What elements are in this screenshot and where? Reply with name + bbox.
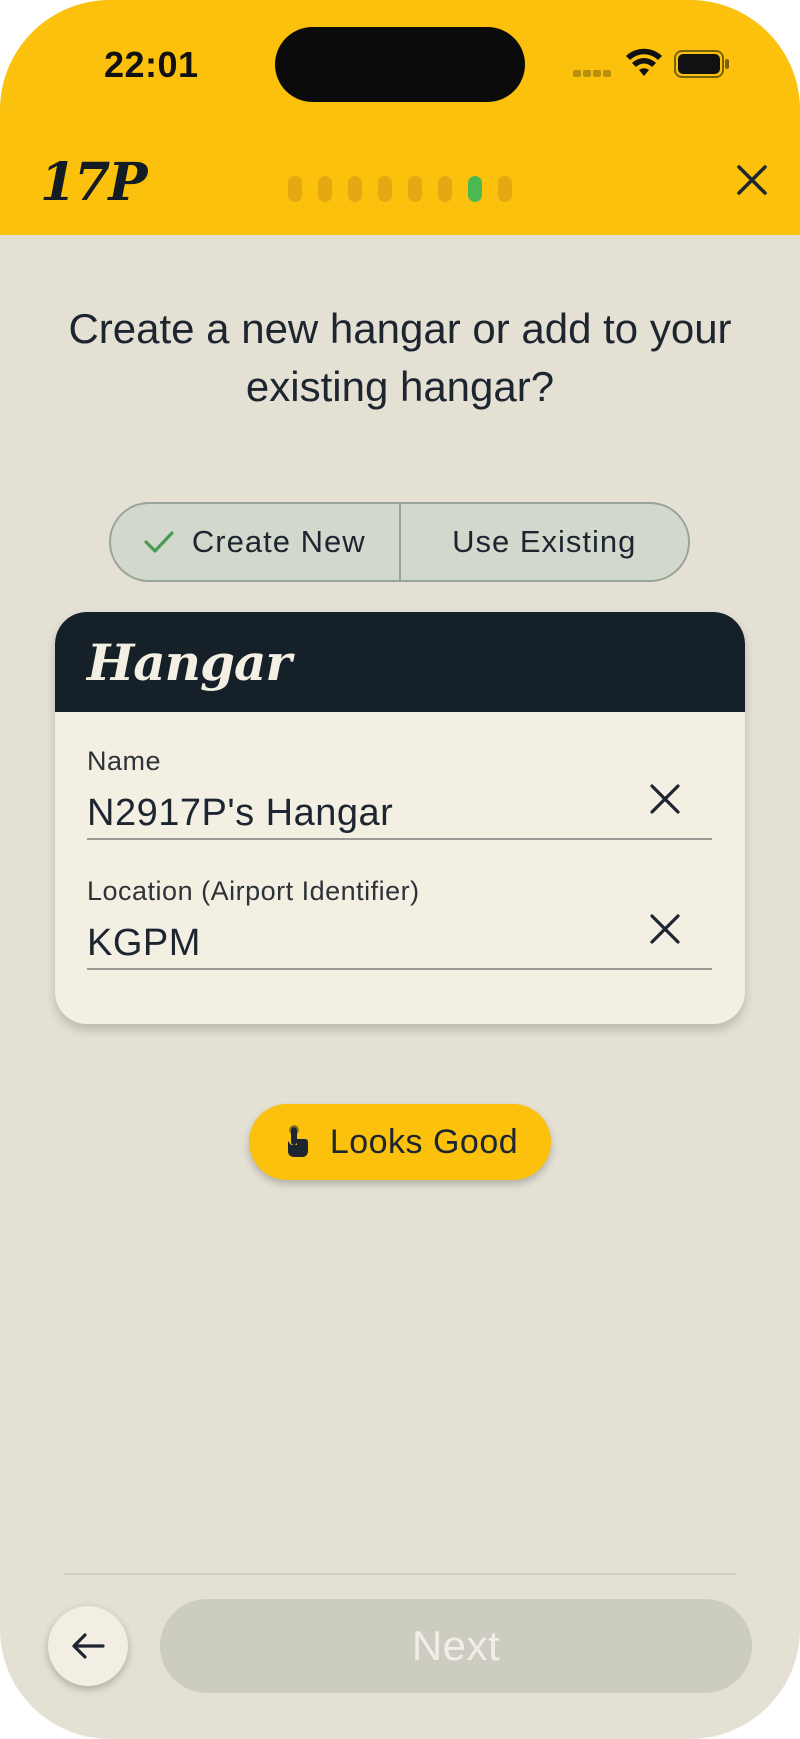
tap-hand-icon	[287, 1125, 308, 1157]
footer-divider	[64, 1573, 736, 1575]
hangar-card: Hangar Name N2917P's Hangar Location (Ai…	[55, 612, 745, 1024]
progress-step	[378, 176, 392, 202]
app-screen: 22:01 17P Create a new hangar or add to …	[0, 0, 800, 1739]
hangar-card-header: Hangar	[55, 612, 745, 712]
location-field-value[interactable]: KGPM	[87, 922, 201, 965]
back-button[interactable]	[48, 1606, 128, 1686]
use-existing-option[interactable]: Use Existing	[398, 504, 689, 580]
step-progress	[288, 176, 512, 202]
page-title: Create a new hangar or add to your exist…	[68, 305, 732, 410]
use-existing-label: Use Existing	[452, 524, 637, 559]
progress-step-current	[468, 176, 482, 202]
app-logo: 17P	[40, 152, 147, 213]
progress-step	[288, 176, 302, 202]
signal-icon	[573, 70, 613, 78]
looks-good-label: Looks Good	[329, 1122, 519, 1161]
next-button[interactable]: Next	[160, 1599, 752, 1693]
progress-step	[348, 176, 362, 202]
progress-step	[498, 176, 512, 202]
dynamic-island	[275, 27, 525, 102]
location-field[interactable]: Location (Airport Identifier) KGPM	[87, 842, 712, 970]
name-field[interactable]: Name N2917P's Hangar	[87, 712, 712, 840]
name-field-label: Name	[87, 746, 162, 776]
checkmark-icon	[144, 531, 174, 553]
status-time: 22:01	[104, 44, 199, 85]
looks-good-button[interactable]: Looks Good	[249, 1104, 551, 1180]
progress-step	[318, 176, 332, 202]
create-new-label: Create New	[191, 524, 366, 559]
clear-name-icon[interactable]	[648, 782, 682, 816]
close-icon[interactable]	[734, 162, 770, 198]
location-field-label: Location (Airport Identifier)	[87, 876, 420, 906]
clear-location-icon[interactable]	[648, 912, 682, 946]
create-new-option[interactable]: Create New	[111, 504, 399, 580]
progress-step	[408, 176, 422, 202]
battery-icon	[674, 50, 729, 78]
wifi-icon	[626, 48, 662, 76]
arrow-left-icon	[72, 1633, 105, 1659]
hangar-card-title: Hangar	[87, 632, 292, 692]
next-button-label: Next	[411, 1622, 501, 1669]
name-field-value[interactable]: N2917P's Hangar	[87, 792, 393, 835]
mode-segmented-control: Create New Use Existing	[109, 502, 690, 582]
header-bar: 22:01 17P	[0, 0, 800, 235]
progress-step	[438, 176, 452, 202]
